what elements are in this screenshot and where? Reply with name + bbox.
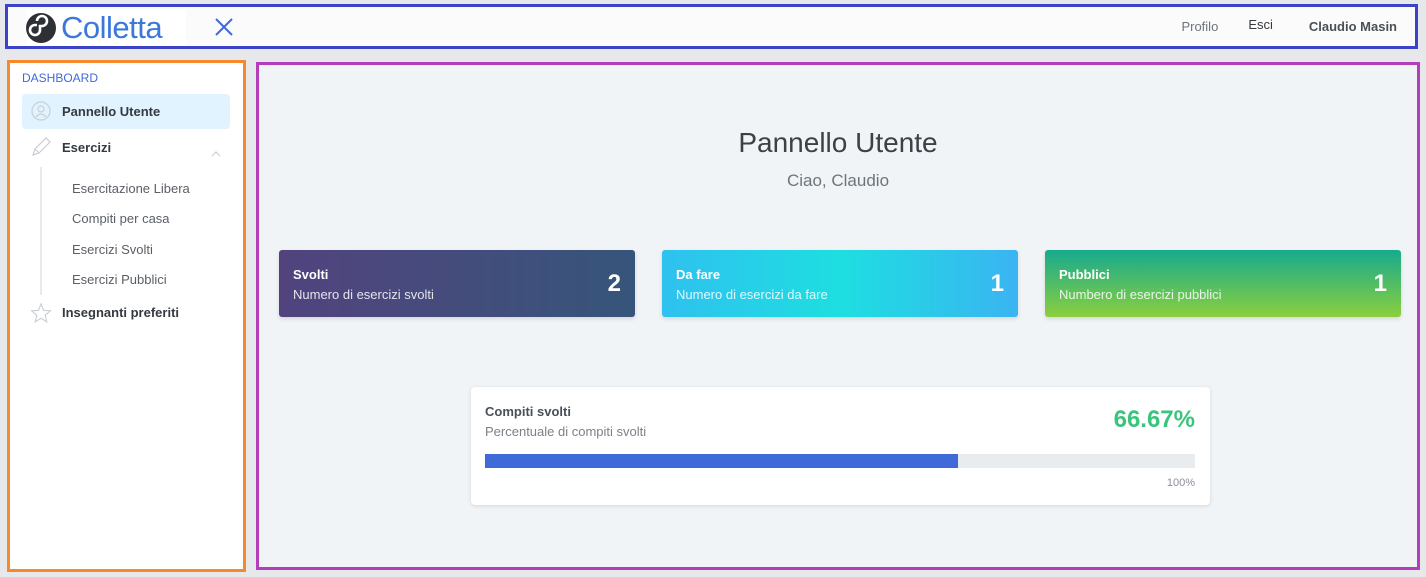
sidebar-subitem-esercizi-svolti[interactable]: Esercizi Svolti xyxy=(72,242,153,257)
page-subtitle: Ciao, Claudio xyxy=(786,171,890,190)
card-title: Svolti xyxy=(293,267,329,282)
sidebar-item-esercizi[interactable]: Esercizi xyxy=(62,140,111,155)
sidebar-subitem-esercizi-pubblici[interactable]: Esercizi Pubblici xyxy=(72,272,167,287)
progress-value: 66.67% xyxy=(1113,406,1195,433)
progress-track xyxy=(485,454,1195,468)
card-subtitle: Numbero di esercizi pubblici xyxy=(1059,287,1222,302)
progress-subtitle: Percentuale di compiti svolti xyxy=(485,424,647,439)
card-value: 1 xyxy=(1373,270,1387,297)
user-name[interactable]: Claudio Masin xyxy=(1285,19,1397,34)
submenu-line xyxy=(40,167,42,295)
card-title: Pubblici xyxy=(1059,267,1110,282)
page-title: Pannello Utente xyxy=(738,127,938,158)
star-icon xyxy=(30,302,52,324)
sidebar-subitem-esercitazione-libera[interactable]: Esercitazione Libera xyxy=(72,181,190,196)
top-nav: Profilo Esci Claudio Masin xyxy=(1163,7,1397,46)
stat-card-da-fare: Da fare Numero di esercizi da fare 1 xyxy=(662,250,1018,317)
sidebar-item-label[interactable]: Pannello Utente xyxy=(62,104,160,119)
card-value: 1 xyxy=(990,270,1004,297)
progress-card: Compiti svolti Percentuale di compiti sv… xyxy=(471,387,1210,505)
sidebar-item-insegnanti-preferiti[interactable]: Insegnanti preferiti xyxy=(62,305,179,320)
main-content: Pannello Utente Ciao, Claudio Svolti Num… xyxy=(256,62,1420,570)
sidebar-heading: DASHBOARD xyxy=(22,71,99,85)
logo-text: Colletta xyxy=(61,10,163,45)
stat-card-pubblici: Pubblici Numbero di esercizi pubblici 1 xyxy=(1045,250,1401,317)
card-value: 2 xyxy=(607,270,621,297)
card-subtitle: Numero di esercizi da fare xyxy=(676,287,828,302)
card-title: Da fare xyxy=(676,267,721,282)
stat-card-svolti: Svolti Numero di esercizi svolti 2 xyxy=(279,250,635,317)
user-circle-icon xyxy=(30,100,52,122)
close-sidebar-icon[interactable] xyxy=(212,15,236,39)
progress-fill xyxy=(485,454,959,468)
profile-link[interactable]: Profilo xyxy=(1163,19,1236,34)
card-subtitle: Numero di esercizi svolti xyxy=(293,287,434,302)
logo[interactable]: Colletta xyxy=(26,10,186,46)
chevron-up-icon[interactable] xyxy=(210,145,222,157)
pencil-icon xyxy=(30,136,52,158)
progress-title: Compiti svolti xyxy=(485,404,571,419)
top-bar: Colletta Profilo Esci Claudio Masin xyxy=(5,4,1418,49)
progress-max-label: 100% xyxy=(1166,477,1195,489)
logo-icon xyxy=(26,13,56,43)
logout-link[interactable]: Esci xyxy=(1236,17,1285,32)
sidebar: DASHBOARD Pannello Utente Esercizi Eserc… xyxy=(7,60,246,572)
sidebar-subitem-compiti-per-casa[interactable]: Compiti per casa xyxy=(72,211,170,226)
